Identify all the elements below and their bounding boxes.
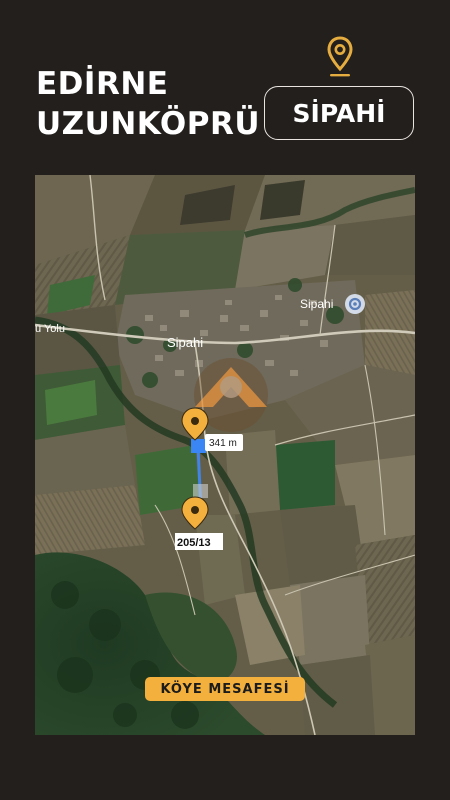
place-label: Sipahi bbox=[300, 297, 333, 311]
distance-label: 341 m bbox=[205, 434, 243, 451]
svg-text:205/13: 205/13 bbox=[177, 537, 211, 549]
page-title: EDİRNE UZUNKÖPRÜ bbox=[36, 64, 260, 144]
location-pin-icon bbox=[327, 36, 353, 77]
svg-text:341 m: 341 m bbox=[209, 438, 237, 449]
map-canvas: ü Yolu Sipahi Sipahi 341 m 205/13 bbox=[35, 175, 415, 735]
village-name-button: SİPAHİ bbox=[264, 86, 414, 140]
route-start-marker bbox=[191, 439, 206, 453]
route-end-marker bbox=[193, 484, 208, 498]
village-map-label: Sipahi bbox=[167, 335, 203, 350]
road-label: ü Yolu bbox=[35, 323, 65, 335]
place-marker-icon[interactable] bbox=[345, 294, 365, 314]
parcel-label: 205/13 bbox=[175, 533, 223, 550]
district-name: UZUNKÖPRÜ bbox=[36, 106, 261, 142]
province-name: EDİRNE bbox=[36, 66, 169, 102]
distance-badge: KÖYE MESAFESİ bbox=[145, 677, 305, 701]
satellite-map[interactable]: ü Yolu Sipahi Sipahi 341 m 205/13 bbox=[35, 175, 415, 735]
